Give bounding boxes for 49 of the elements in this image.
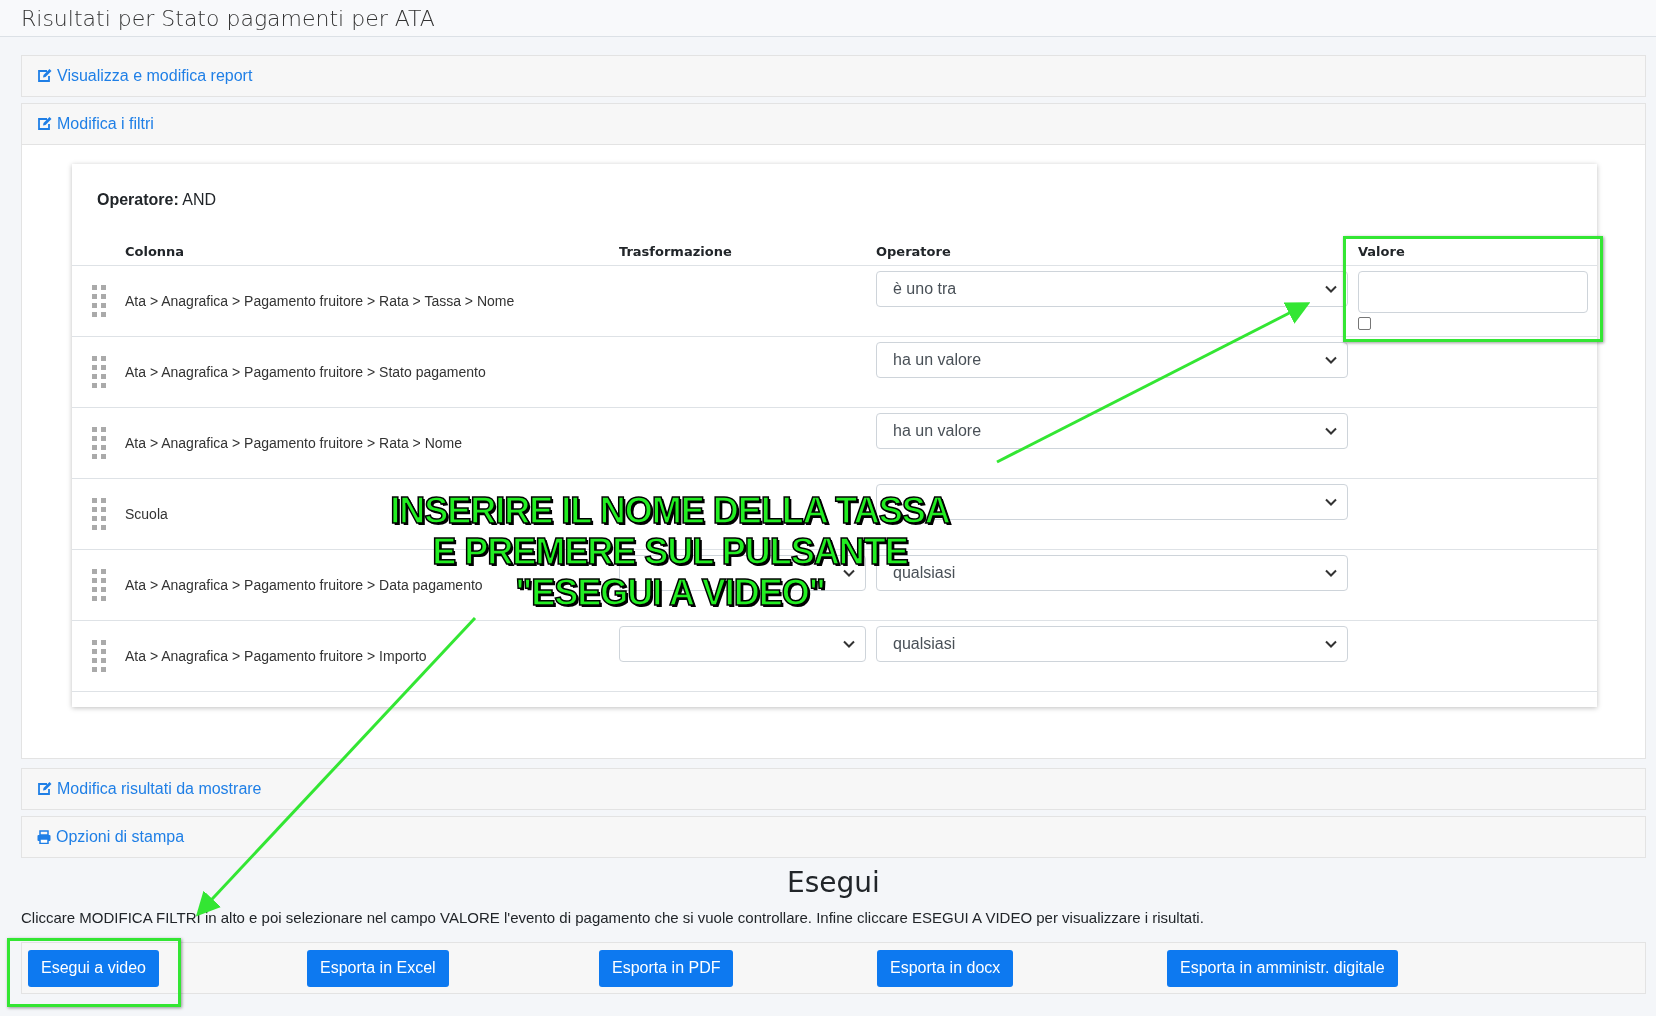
drag-handle-icon[interactable] [91, 427, 106, 459]
action-button[interactable]: Esporta in amministr. digitale [1167, 949, 1398, 987]
column-header: Colonna [125, 244, 185, 259]
column-path: Ata > Anagrafica > Pagamento fruitore > Data pagamento [125, 577, 483, 593]
section-heading: Esegui [786, 866, 881, 899]
chevron-down-icon [843, 569, 855, 577]
column-path: Ata > Anagrafica > Pagamento fruitore > Stato pagamento [125, 364, 486, 380]
chevron-down-icon [1325, 427, 1337, 435]
panel-link[interactable]: Modifica risultati da mostrare [37, 780, 262, 798]
panel-link[interactable]: Modifica i filtri [37, 115, 154, 133]
operator-select[interactable]: qualsiasi [876, 626, 1348, 662]
instructions-text: Cliccare MODIFICA FILTRI in alto e poi selezionare nel campo VALORE l'evento di pagamento che si vuole controllare. Infine cliccare ESEGUI A VIDEO per visualizzare i risultati. [21, 909, 1205, 926]
action-button[interactable]: Esporta in docx [877, 949, 1014, 987]
edit-icon [37, 782, 52, 796]
page-title: Risultati per Stato pagamenti per ATA [21, 5, 435, 31]
annotation-text: "ESEGUI A VIDEO" [515, 572, 825, 613]
chevron-down-icon [1325, 285, 1337, 293]
edit-icon [37, 69, 52, 83]
value-input-field[interactable] [1358, 271, 1588, 313]
action-button[interactable]: Esporta in Excel [307, 949, 449, 987]
drag-handle-icon[interactable] [91, 356, 106, 388]
column-path: Ata > Anagrafica > Pagamento fruitore > Rata > Tassa > Nome [125, 293, 515, 309]
chevron-down-icon [1325, 569, 1337, 577]
transformation-header: Trasformazione [619, 244, 732, 259]
column-path: Scuola [125, 506, 168, 522]
panel-link[interactable]: Opzioni di stampa [37, 828, 185, 846]
chevron-down-icon [843, 640, 855, 648]
column-path: Ata > Anagrafica > Pagamento fruitore > Rata > Nome [125, 435, 462, 451]
chevron-down-icon [1325, 498, 1337, 506]
operator-header: Operatore [876, 244, 951, 259]
action-button[interactable]: Esporta in PDF [599, 949, 734, 987]
action-button[interactable]: Esegui a video [28, 949, 159, 987]
drag-handle-icon[interactable] [91, 285, 106, 317]
drag-handle-icon[interactable] [91, 640, 106, 672]
operator-text: Operatore: AND [96, 190, 218, 210]
chevron-down-icon [1325, 356, 1337, 364]
operator-select[interactable]: ha un valore [876, 413, 1348, 449]
column-path: Ata > Anagrafica > Pagamento fruitore > Importo [125, 648, 427, 664]
drag-handle-icon[interactable] [91, 569, 106, 601]
panel-link[interactable]: Visualizza e modifica report [37, 67, 253, 85]
operator-select[interactable]: è uno tra [876, 271, 1348, 307]
chevron-down-icon [1325, 640, 1337, 648]
operator-select[interactable]: ha un valore [876, 342, 1348, 378]
annotation-text: INSERIRE IL NOME DELLA TASSA [390, 490, 950, 531]
checkbox[interactable] [1358, 317, 1371, 330]
drag-handle-icon[interactable] [91, 498, 106, 530]
edit-icon [37, 117, 52, 131]
printer-icon [37, 830, 51, 844]
value-header: Valore [1358, 244, 1405, 259]
